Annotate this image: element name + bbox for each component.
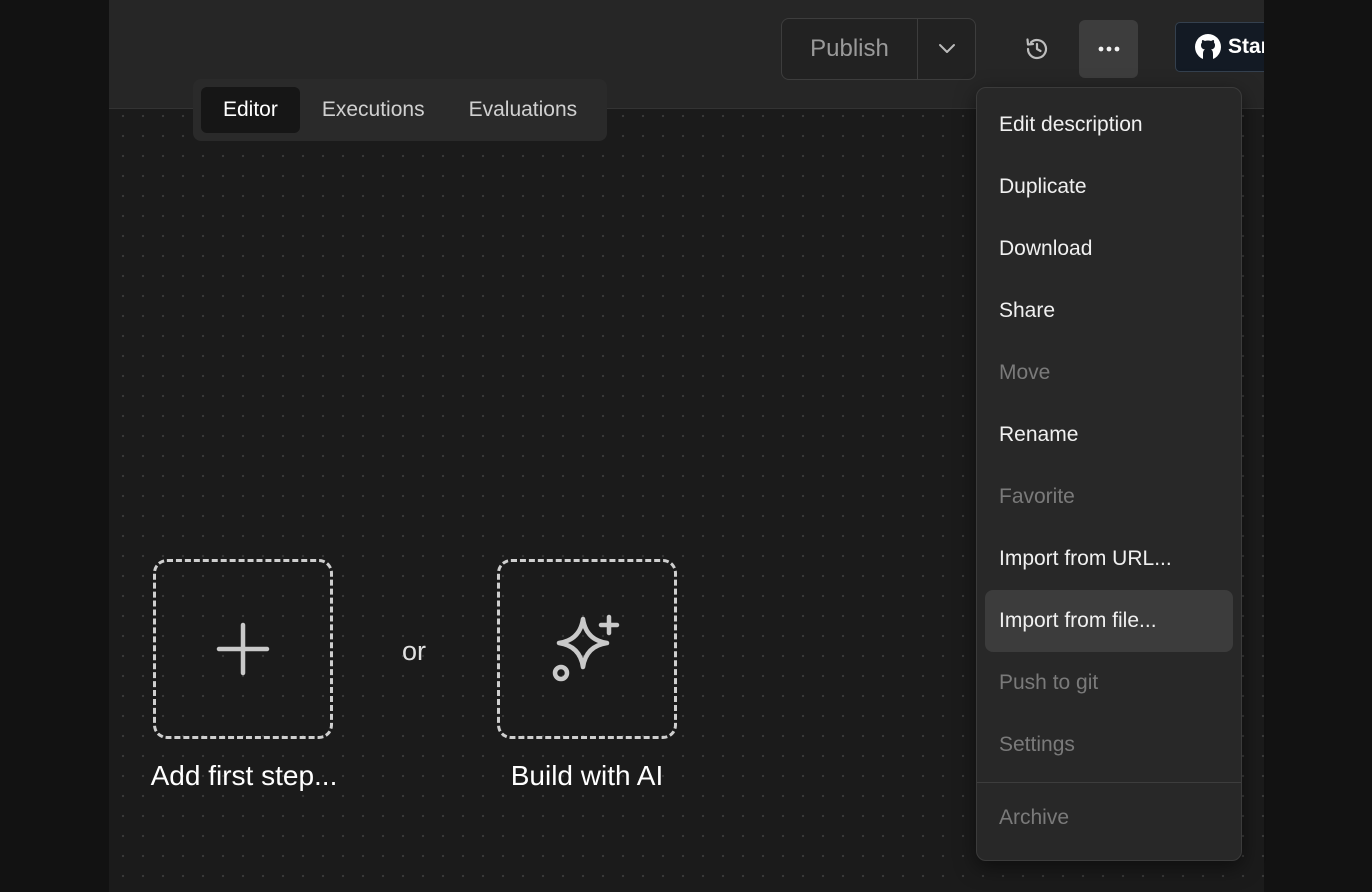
menu-item-archive[interactable]: Archive — [985, 787, 1233, 849]
view-tabs: Editor Executions Evaluations — [193, 79, 608, 141]
history-icon — [1026, 38, 1048, 60]
sparkles-icon — [552, 614, 620, 682]
publish-button-group: Publish — [781, 18, 976, 80]
plus-icon — [216, 622, 270, 676]
add-first-step-label: Add first step... — [150, 760, 338, 791]
github-star-label: Star — [1228, 35, 1264, 58]
menu-item-move[interactable]: Move — [985, 342, 1233, 404]
more-horizontal-icon — [1098, 46, 1119, 52]
menu-item-favorite[interactable]: Favorite — [985, 466, 1233, 528]
history-button[interactable] — [1014, 22, 1060, 76]
menu-item-download[interactable]: Download — [985, 218, 1233, 280]
tab-executions[interactable]: Executions — [300, 87, 447, 133]
github-icon — [1195, 34, 1221, 60]
more-options-button[interactable] — [1079, 20, 1138, 78]
menu-divider — [977, 782, 1241, 783]
publish-options-button[interactable] — [918, 19, 975, 79]
menu-item-import-from-file[interactable]: Import from file... — [985, 590, 1233, 652]
build-with-ai-button[interactable] — [497, 559, 677, 739]
github-star-button[interactable]: Star — [1175, 22, 1264, 72]
tab-evaluations[interactable]: Evaluations — [447, 87, 600, 133]
menu-item-share[interactable]: Share — [985, 280, 1233, 342]
or-separator-text: or — [402, 636, 427, 666]
menu-item-edit-description[interactable]: Edit description — [985, 94, 1233, 156]
add-first-step-button[interactable] — [153, 559, 333, 739]
tab-editor[interactable]: Editor — [201, 87, 300, 133]
workflow-options-menu: Edit description Duplicate Download Shar… — [976, 87, 1242, 861]
menu-item-push-to-git[interactable]: Push to git — [985, 652, 1233, 714]
menu-item-rename[interactable]: Rename — [985, 404, 1233, 466]
chevron-down-icon — [938, 44, 955, 53]
publish-button[interactable]: Publish — [782, 19, 918, 79]
menu-item-duplicate[interactable]: Duplicate — [985, 156, 1233, 218]
build-with-ai-label: Build with AI — [510, 760, 664, 791]
menu-item-import-from-url[interactable]: Import from URL... — [985, 528, 1233, 590]
menu-item-settings[interactable]: Settings — [985, 714, 1233, 776]
